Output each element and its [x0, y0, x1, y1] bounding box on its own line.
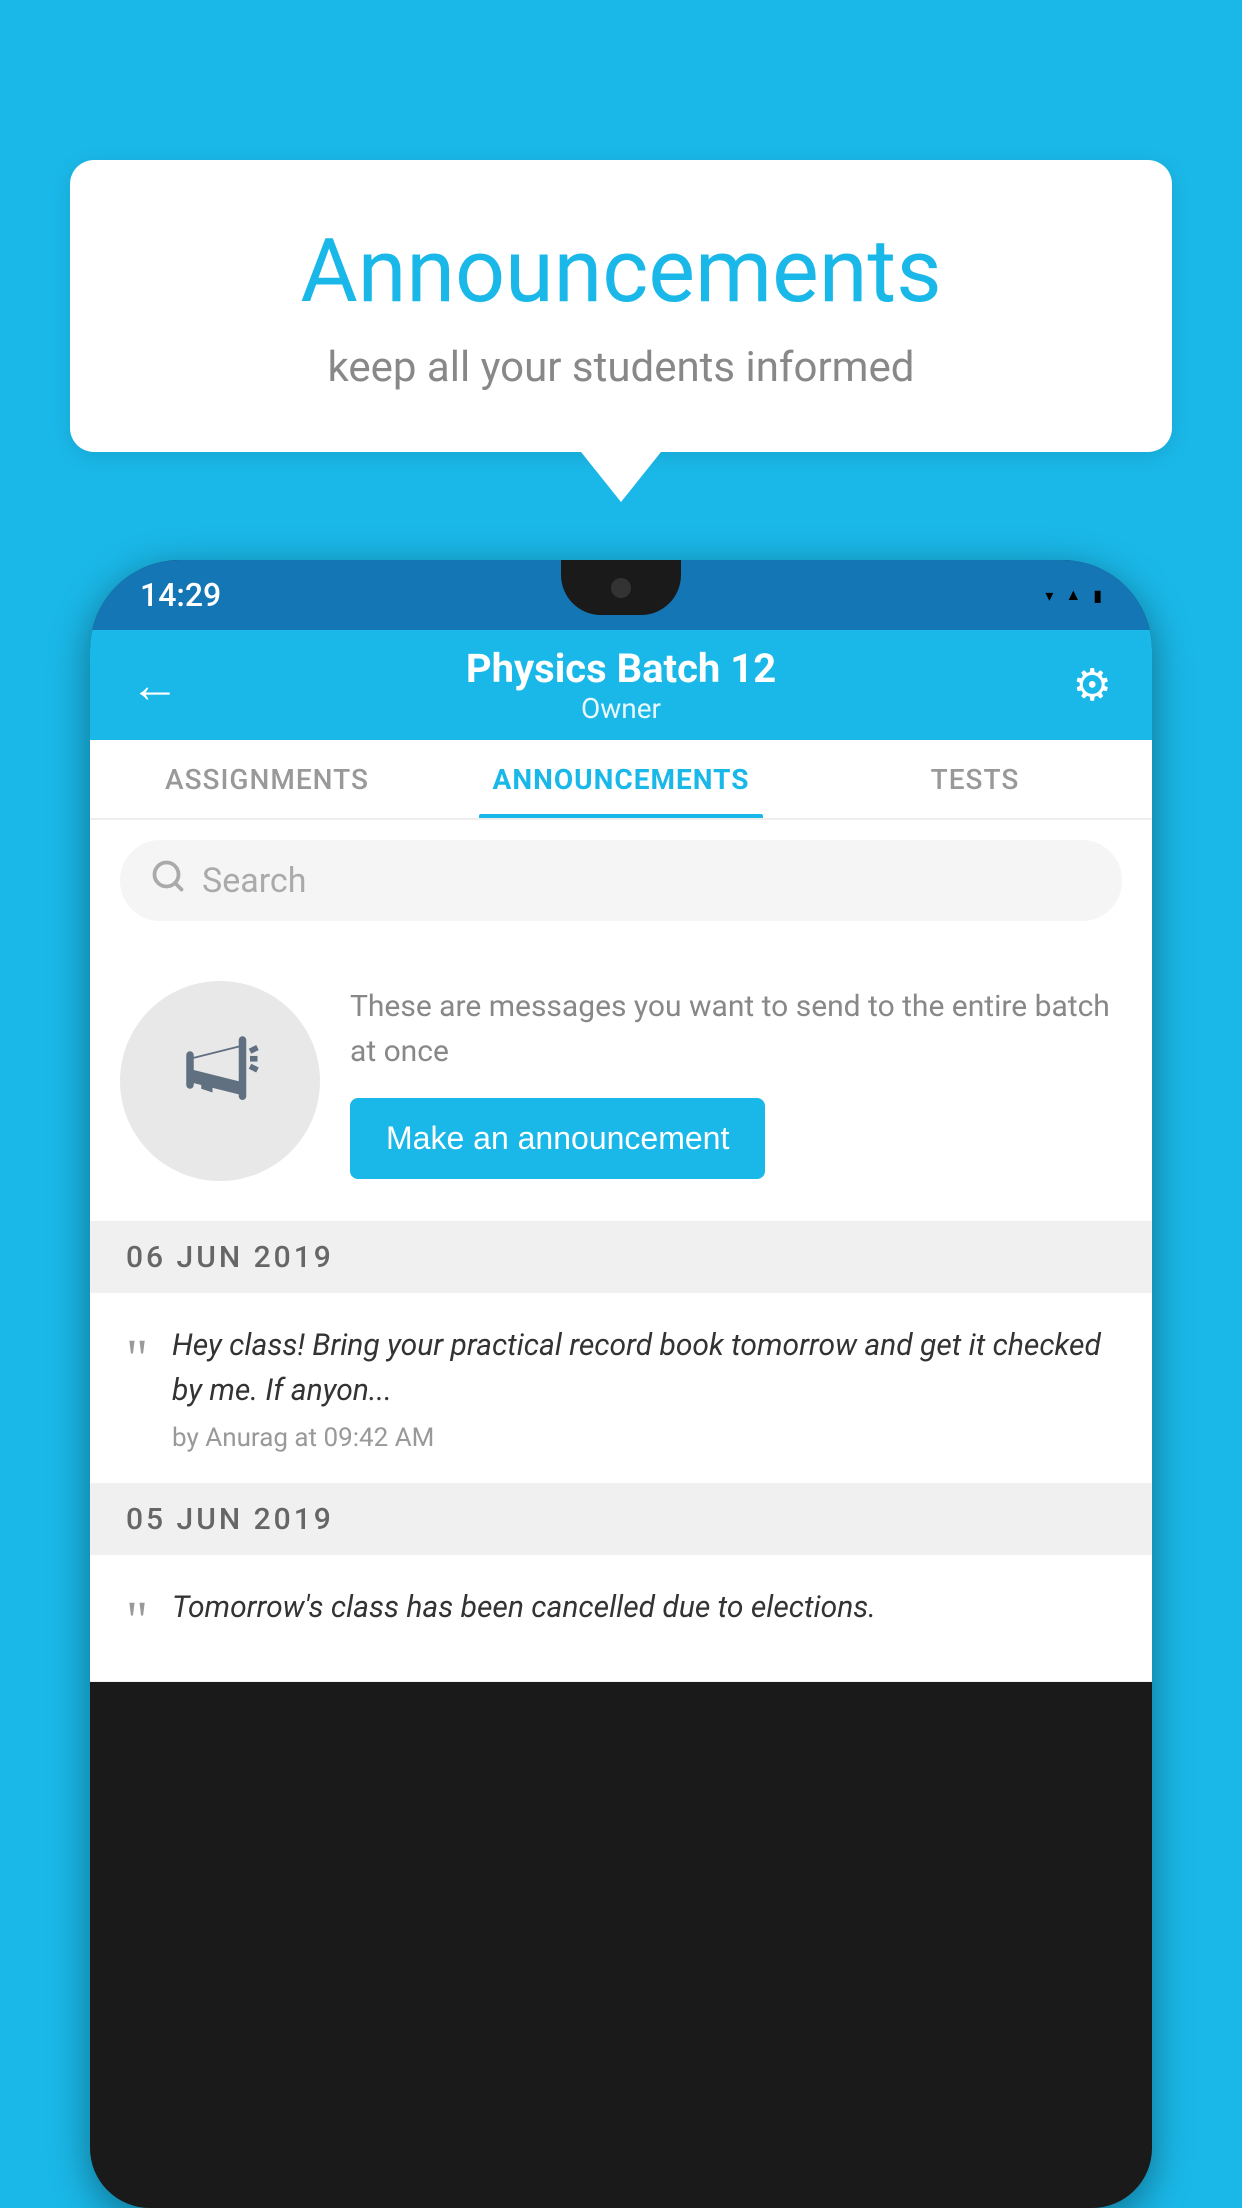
status-icons: ▾ ▲ ▮	[1045, 585, 1102, 605]
tab-tests[interactable]: TESTS	[798, 740, 1152, 818]
search-bar-container: Search	[90, 820, 1152, 941]
make-announcement-button[interactable]: Make an announcement	[350, 1098, 765, 1179]
announcement-prompt-desc: These are messages you want to send to t…	[350, 984, 1122, 1074]
battery-icon: ▮	[1093, 586, 1102, 605]
app-bar-title: Physics Batch 12	[466, 645, 776, 692]
wifi-icon: ▾	[1045, 586, 1053, 605]
megaphone-circle	[120, 981, 320, 1181]
signal-icon: ▲	[1065, 585, 1081, 605]
announcement-item-1[interactable]: " Hey class! Bring your practical record…	[90, 1293, 1152, 1484]
bubble-arrow	[581, 452, 661, 502]
announcement-message-1: Hey class! Bring your practical record b…	[172, 1323, 1116, 1413]
bubble-title: Announcements	[150, 220, 1092, 323]
notch	[561, 560, 681, 615]
announcement-message-2: Tomorrow's class has been cancelled due …	[172, 1585, 1116, 1630]
announcement-item-2[interactable]: " Tomorrow's class has been cancelled du…	[90, 1555, 1152, 1682]
date-separator-2: 05 JUN 2019	[90, 1484, 1152, 1555]
announcement-text-1: Hey class! Bring your practical record b…	[172, 1323, 1116, 1453]
announcement-prompt: These are messages you want to send to t…	[90, 941, 1152, 1222]
phone-inner: ← Physics Batch 12 Owner ⚙ ASSIGNMENTS A…	[90, 630, 1152, 2208]
tab-assignments[interactable]: ASSIGNMENTS	[90, 740, 444, 818]
announcement-text-2: Tomorrow's class has been cancelled due …	[172, 1585, 1116, 1640]
search-placeholder-text: Search	[202, 861, 306, 901]
app-bar: ← Physics Batch 12 Owner ⚙	[90, 630, 1152, 740]
status-time: 14:29	[140, 576, 221, 614]
camera	[611, 578, 631, 598]
tab-announcements[interactable]: ANNOUNCEMENTS	[444, 740, 798, 818]
tab-bar: ASSIGNMENTS ANNOUNCEMENTS TESTS	[90, 740, 1152, 820]
megaphone-icon	[175, 1025, 265, 1137]
speech-bubble: Announcements keep all your students inf…	[70, 160, 1172, 452]
quote-icon-1: "	[126, 1327, 148, 1389]
speech-bubble-section: Announcements keep all your students inf…	[70, 160, 1172, 502]
app-bar-subtitle: Owner	[466, 692, 776, 725]
announcement-prompt-content: These are messages you want to send to t…	[350, 984, 1122, 1179]
announcement-meta-1: by Anurag at 09:42 AM	[172, 1423, 1116, 1453]
phone-frame: 14:29 ▾ ▲ ▮ ← Physics Batch 12 Owner ⚙ A…	[90, 560, 1152, 2208]
settings-icon[interactable]: ⚙	[1073, 659, 1112, 711]
app-bar-title-container: Physics Batch 12 Owner	[466, 645, 776, 725]
bubble-subtitle: keep all your students informed	[150, 343, 1092, 392]
quote-icon-2: "	[126, 1589, 148, 1651]
search-input-wrapper[interactable]: Search	[120, 840, 1122, 921]
search-icon	[150, 858, 186, 903]
status-bar: 14:29 ▾ ▲ ▮	[90, 560, 1152, 630]
date-separator-1: 06 JUN 2019	[90, 1222, 1152, 1293]
back-button[interactable]: ←	[130, 656, 180, 715]
